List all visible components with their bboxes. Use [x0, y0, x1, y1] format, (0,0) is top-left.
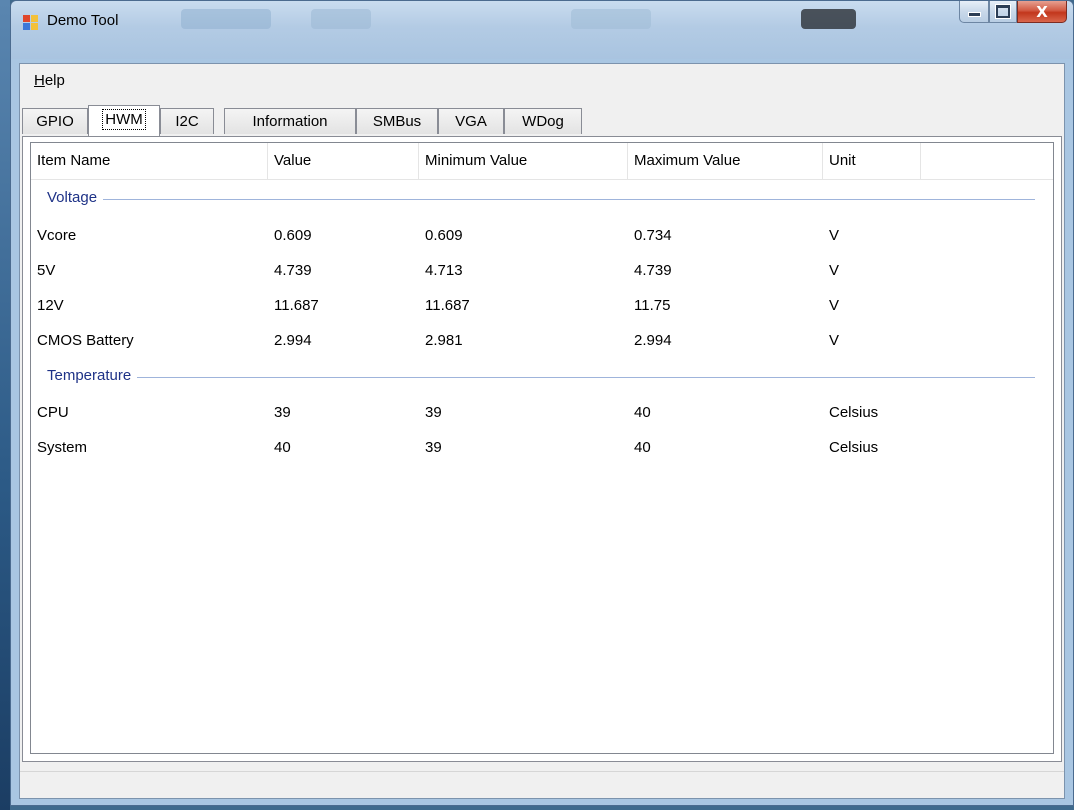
- cell-max: 11.75: [634, 297, 671, 314]
- table-row[interactable]: Vcore 0.609 0.609 0.734 V: [31, 218, 1053, 253]
- cell-min: 39: [425, 404, 442, 421]
- cell-item-name: CMOS Battery: [37, 332, 134, 349]
- tab-wdog[interactable]: WDog: [504, 108, 582, 134]
- close-icon: X: [1036, 2, 1048, 21]
- client-area: Help GPIO HWM I2C Information SMBus VGA …: [19, 63, 1065, 799]
- cell-value: 2.994: [274, 332, 312, 349]
- tab-label: WDog: [522, 113, 564, 130]
- cell-max: 4.739: [634, 262, 672, 279]
- menu-help[interactable]: Help: [34, 72, 65, 89]
- cell-unit: V: [829, 297, 840, 314]
- aero-glass-blur: [801, 9, 856, 29]
- cell-min: 2.981: [425, 332, 463, 349]
- aero-glass-blur: [571, 9, 651, 29]
- hwm-list-view[interactable]: Item Name Value Minimum Value Maximum Va…: [30, 142, 1054, 754]
- menu-bar: Help: [20, 64, 1064, 96]
- maximize-icon: [996, 5, 1010, 18]
- column-header-maximum-value[interactable]: Maximum Value: [628, 143, 823, 179]
- cell-value: 39: [274, 404, 291, 421]
- tab-gpio[interactable]: GPIO: [22, 108, 88, 134]
- table-row[interactable]: System 40 39 40 Celsius: [31, 430, 1053, 465]
- cell-value: 40: [274, 439, 291, 456]
- title-bar[interactable]: Demo Tool X: [11, 1, 1073, 59]
- app-icon: [23, 15, 39, 31]
- tab-label: I2C: [175, 113, 199, 130]
- cell-min: 39: [425, 439, 442, 456]
- list-header: Item Name Value Minimum Value Maximum Va…: [31, 143, 1053, 180]
- tab-smbus[interactable]: SMBus: [356, 108, 438, 134]
- column-header-minimum-value[interactable]: Minimum Value: [419, 143, 628, 179]
- cell-max: 40: [634, 439, 651, 456]
- group-divider-line: [47, 377, 1035, 378]
- status-bar: [20, 771, 1064, 798]
- cell-unit: V: [829, 332, 840, 349]
- tab-label: Information: [252, 113, 328, 130]
- tab-hwm[interactable]: HWM: [88, 105, 160, 136]
- table-row[interactable]: CPU 39 39 40 Celsius: [31, 395, 1053, 430]
- cell-item-name: 12V: [37, 297, 64, 314]
- menu-help-label: elp: [44, 72, 65, 89]
- cell-min: 4.713: [425, 262, 463, 279]
- cell-min: 0.609: [425, 227, 463, 244]
- group-label: Temperature: [47, 365, 138, 387]
- table-row[interactable]: 5V 4.739 4.713 4.739 V: [31, 253, 1053, 288]
- caption-buttons: X: [959, 1, 1067, 31]
- tab-panel-hwm: Item Name Value Minimum Value Maximum Va…: [22, 136, 1062, 762]
- aero-glass-blur: [181, 9, 271, 29]
- group-header-temperature[interactable]: Temperature: [31, 365, 1053, 389]
- column-header-value[interactable]: Value: [268, 143, 419, 179]
- minimize-icon: [967, 12, 981, 17]
- group-label: Voltage: [47, 187, 104, 209]
- close-button[interactable]: X: [1017, 1, 1067, 23]
- group-header-voltage[interactable]: Voltage: [31, 187, 1053, 211]
- group-divider-line: [47, 199, 1035, 200]
- tab-label: HWM: [102, 108, 146, 130]
- cell-unit: V: [829, 262, 840, 279]
- cell-value: 0.609: [274, 227, 312, 244]
- cell-item-name: Vcore: [37, 227, 77, 244]
- tab-i2c[interactable]: I2C: [160, 108, 214, 134]
- table-row[interactable]: 12V 11.687 11.687 11.75 V: [31, 288, 1053, 323]
- tab-information[interactable]: Information: [224, 108, 356, 134]
- cell-max: 0.734: [634, 227, 672, 244]
- tab-label: GPIO: [36, 113, 74, 130]
- cell-unit: Celsius: [829, 404, 879, 421]
- column-header-unit[interactable]: Unit: [823, 143, 921, 179]
- aero-glass-blur: [311, 9, 371, 29]
- cell-unit: Celsius: [829, 439, 879, 456]
- cell-min: 11.687: [425, 297, 470, 314]
- tab-label: SMBus: [372, 113, 422, 130]
- minimize-button[interactable]: [959, 1, 989, 23]
- cell-value: 4.739: [274, 262, 312, 279]
- cell-value: 11.687: [274, 297, 319, 314]
- app-window: Demo Tool X Help GPIO HWM I2C Informatio…: [10, 0, 1074, 806]
- cell-item-name: CPU: [37, 404, 69, 421]
- maximize-button[interactable]: [989, 1, 1017, 23]
- cell-max: 40: [634, 404, 651, 421]
- window-title: Demo Tool: [47, 12, 119, 29]
- tab-label: VGA: [455, 113, 487, 130]
- cell-unit: V: [829, 227, 840, 244]
- column-header-item-name[interactable]: Item Name: [31, 143, 268, 179]
- cell-item-name: 5V: [37, 262, 56, 279]
- menu-help-mnemonic: H: [34, 72, 45, 89]
- desktop-background: [0, 0, 10, 810]
- cell-max: 2.994: [634, 332, 672, 349]
- table-row[interactable]: CMOS Battery 2.994 2.981 2.994 V: [31, 323, 1053, 358]
- cell-item-name: System: [37, 439, 88, 456]
- tab-vga[interactable]: VGA: [438, 108, 504, 134]
